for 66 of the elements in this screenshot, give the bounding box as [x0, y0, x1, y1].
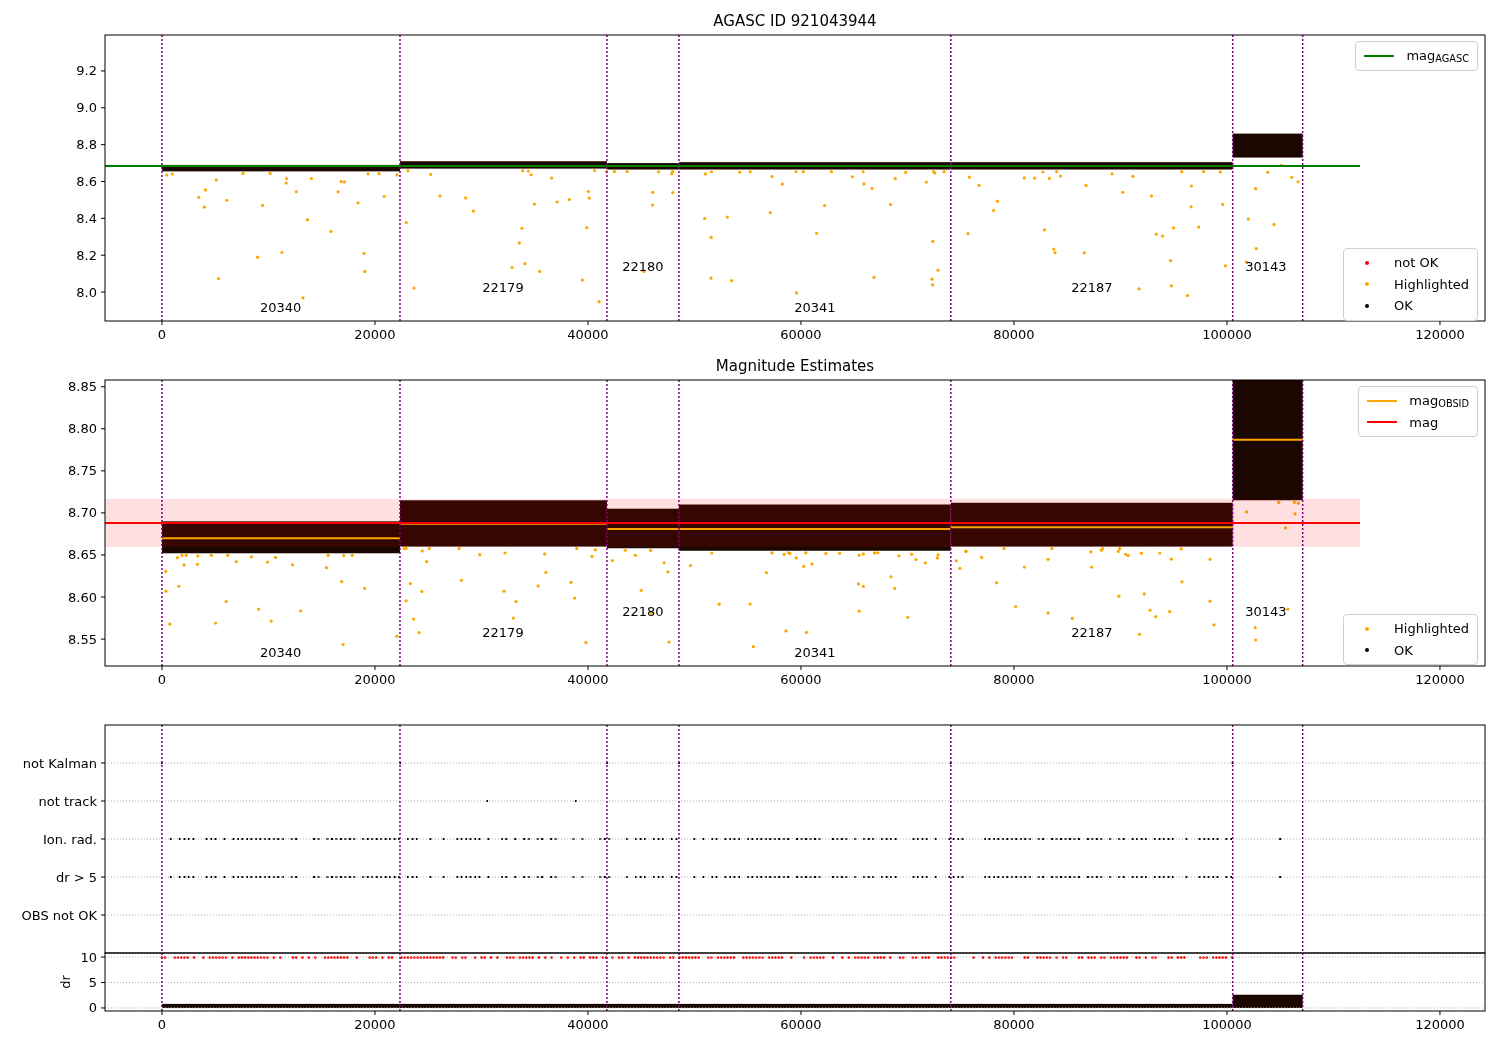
- y-tick-label: not Kalman: [22, 755, 97, 771]
- x-tick-label: 120000: [1415, 672, 1465, 687]
- legend-label: Highlighted: [1394, 275, 1469, 294]
- y-tick-label: not track: [38, 793, 97, 809]
- x-tick-label: 20000: [354, 1017, 396, 1032]
- obsid-label: 22180: [622, 604, 664, 620]
- obsid-label: 30143: [1245, 604, 1287, 620]
- y-tick-label: 8.60: [68, 589, 97, 605]
- y-tick-label: 9.2: [76, 63, 97, 79]
- y-tick-label: 9.0: [76, 100, 97, 116]
- obsid-label: 22180: [622, 259, 664, 275]
- legend-label: OK: [1394, 297, 1413, 315]
- x-tick-label: 0: [157, 1017, 167, 1032]
- y-tick-label: 8.0: [76, 284, 97, 300]
- legend-label: mag: [1409, 413, 1439, 432]
- y-tick-label: 8.85: [68, 379, 97, 395]
- y-tick-label: 8.8: [76, 137, 97, 153]
- x-tick-label: 100000: [1202, 672, 1252, 687]
- x-tick-label: 120000: [1415, 1017, 1465, 1032]
- chart-title: Magnitude Estimates: [715, 357, 875, 375]
- y-tick-label: dr > 5: [55, 869, 97, 885]
- x-tick-label: 40000: [567, 672, 609, 687]
- x-tick-label: 80000: [993, 672, 1035, 687]
- x-tick-label: 40000: [567, 327, 609, 342]
- y-tick-label: 10: [80, 949, 97, 965]
- obsid-label: 20340: [260, 644, 302, 660]
- legend-label: mag$_{AGASC}$: [1406, 47, 1469, 66]
- x-tick-label: 80000: [993, 1017, 1035, 1032]
- y-tick-label: 8.2: [76, 247, 97, 263]
- x-tick-label: 60000: [780, 327, 822, 342]
- y-tick-label: 8.55: [68, 631, 97, 647]
- y-tick-label: 8.70: [68, 505, 97, 521]
- y-tick-label: 8.75: [68, 463, 97, 479]
- legend-label: mag$_{OBSID}$: [1409, 392, 1469, 411]
- y-axis-label: dr: [58, 975, 73, 989]
- y-tick-label: 8.4: [76, 210, 97, 226]
- obsid-label: 30143: [1245, 259, 1287, 275]
- x-tick-label: 60000: [780, 1017, 822, 1032]
- obsid-label: 22179: [482, 279, 524, 295]
- obsid-label: 22187: [1071, 279, 1113, 295]
- x-tick-label: 100000: [1202, 1017, 1252, 1032]
- x-tick-label: 20000: [354, 327, 396, 342]
- y-tick-label: 5: [88, 975, 97, 990]
- y-tick-label: OBS not OK: [21, 907, 97, 923]
- y-tick-label: 0: [88, 1000, 97, 1016]
- y-tick-label: Ion. rad.: [43, 831, 97, 847]
- x-tick-label: 100000: [1202, 327, 1252, 342]
- obsid-label: 20341: [794, 299, 836, 315]
- x-tick-label: 80000: [993, 327, 1035, 342]
- x-tick-label: 40000: [567, 1017, 609, 1032]
- y-tick-label: 8.65: [68, 547, 97, 563]
- legend-label: not OK: [1394, 254, 1439, 272]
- x-tick-label: 20000: [354, 672, 396, 687]
- chart-title: AGASC ID 921043944: [713, 12, 877, 30]
- x-tick-label: 120000: [1415, 327, 1465, 342]
- y-tick-label: 8.80: [68, 421, 97, 437]
- x-tick-label: 0: [157, 327, 167, 342]
- legend-label: OK: [1394, 641, 1413, 660]
- obsid-label: 20341: [794, 644, 836, 660]
- x-tick-label: 0: [157, 672, 167, 687]
- obsid-label: 22187: [1071, 624, 1113, 640]
- legend-label: Highlighted: [1394, 620, 1469, 638]
- y-tick-label: 8.6: [76, 174, 97, 189]
- x-tick-label: 60000: [780, 672, 822, 687]
- obsid-label: 20340: [260, 299, 302, 315]
- obsid-label: 22179: [482, 624, 524, 640]
